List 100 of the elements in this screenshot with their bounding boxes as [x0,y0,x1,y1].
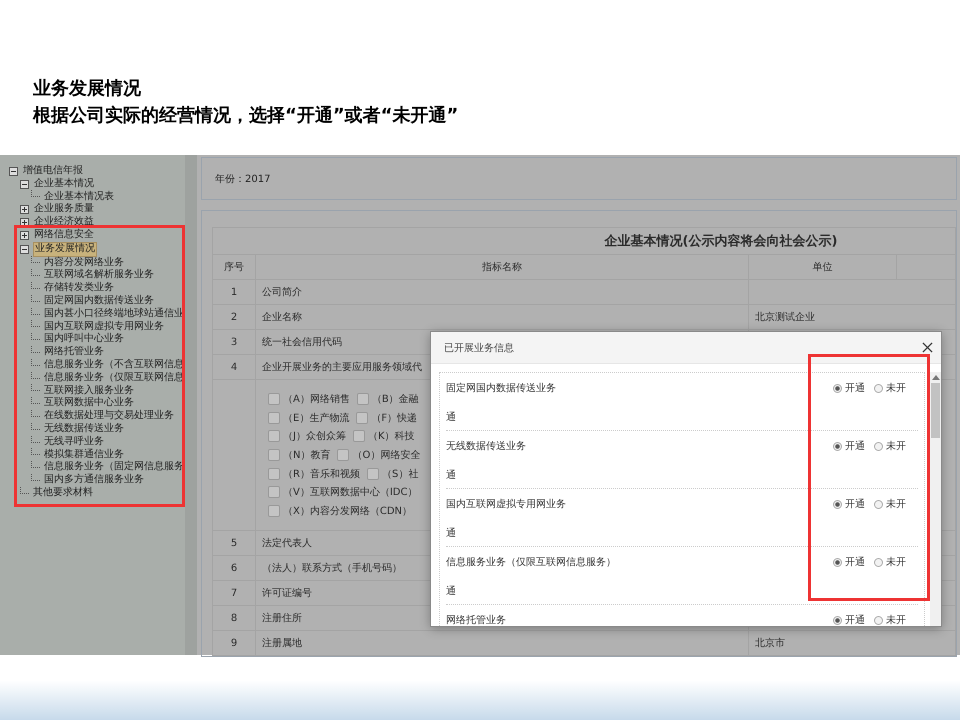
table-cell: 8 [212,606,256,631]
radio-label: 未开 [886,498,906,511]
close-icon[interactable] [922,342,933,353]
radio-button[interactable] [874,558,883,566]
checkbox-label: （N）教育 [283,448,330,462]
radio-button[interactable] [874,384,883,392]
collapse-icon[interactable] [20,244,29,254]
tree-item[interactable]: 增值电信年报 [22,165,84,178]
radio-button[interactable] [833,558,842,566]
service-name: 固定网国内数据传送业务 [446,382,556,395]
tree-item[interactable]: 国内互联网虚拟专用网业务 [43,320,165,334]
tree-item[interactable]: 网络信息安全 [33,228,95,242]
checkbox-label: （E）生产物流 [283,412,350,425]
scroll-up-icon[interactable] [932,375,940,380]
scrollbar-thumb[interactable] [931,383,940,438]
radio-button[interactable] [874,500,883,508]
checkbox-label: （F）快递 [371,412,418,425]
radio-button[interactable] [833,384,842,392]
tree-item[interactable]: 业务发展情况 [33,242,97,257]
checkbox[interactable] [268,430,280,442]
expand-icon[interactable] [20,230,29,240]
service-name: 信息服务业务（仅限互联网信息服务） [446,556,616,569]
slide-instruction: 根据公司实际的经营情况，选择“开通”或者“未开通” [33,104,460,128]
tree-item[interactable]: 企业基本情况 [33,178,95,191]
table-cell: 北京测试企业 [748,304,956,330]
radio-button[interactable] [833,616,842,624]
checkbox[interactable] [268,504,280,517]
checkbox-label: （J）众创众筹 [283,430,346,444]
table-cell: 9 [212,630,256,656]
radio-label: 未开 [886,382,906,395]
tree-item[interactable]: 内容分发网络业务 [43,256,125,270]
checkbox-label: （O）网络安全 [352,448,420,462]
checkbox[interactable] [352,430,365,442]
checkbox[interactable] [356,393,369,406]
expand-icon[interactable] [20,205,29,214]
table-cell: 1 [212,280,256,304]
table-cell: 北京市 [748,630,956,656]
tree-item[interactable]: 互联网数据中心业务 [43,397,135,410]
radio-label: 开通 [845,382,865,395]
service-name: 网络托管业务 [446,614,506,626]
tree-item[interactable]: 企业经济效益 [33,216,95,229]
tree-item[interactable]: 国内呼叫中心业务 [43,333,125,346]
tree-item[interactable]: 企业基本情况表 [43,190,115,204]
checkbox[interactable] [268,449,280,462]
service-name: 国内互联网虚拟专用网业务 [446,498,566,511]
column-header: 单位 [748,254,897,280]
tree-item[interactable]: 其他要求材料 [32,486,94,500]
checkbox[interactable] [268,468,280,480]
table-cell: 企业名称 [256,304,748,330]
tree-item[interactable]: 信息服务业务（固定网信息服务 [43,461,185,474]
checkbox-label: （V）互联网数据中心（IDC） [283,486,418,500]
column-header: 指标名称 [256,254,748,280]
checkbox-label: （R）音乐和视频 [283,468,360,481]
dialog-title: 已开展业务信息 [444,342,514,354]
checkbox-label: （K）科技 [368,430,415,444]
tree-item[interactable]: 互联网接入服务业务 [43,384,135,398]
table-cell: 4 [212,354,256,380]
radio-button[interactable] [874,442,883,450]
radio-label: 未开 [886,614,906,626]
radio-label: 开通 [845,614,865,626]
radio-label: 开通 [845,440,865,453]
checkbox[interactable] [268,486,280,498]
tree-item[interactable]: 存储转发类业务 [43,282,115,295]
collapse-icon[interactable] [20,180,29,189]
radio-label: 开通 [845,556,865,569]
slide-heading: 业务发展情况 [33,77,142,101]
radio-button[interactable] [833,442,842,450]
radio-label: 未开 [886,556,906,569]
service-name: 无线数据传送业务 [446,440,526,453]
tree-item[interactable]: 无线寻呼业务 [43,436,105,449]
checkbox-label: （X）内容分发网络（CDN） [283,504,412,518]
tree-item[interactable]: 国内多方通信服务业务 [43,474,145,487]
checkbox[interactable] [337,449,350,462]
table-cell: 7 [212,580,256,606]
tree-item[interactable]: 在线数据处理与交易处理业务 [43,410,175,423]
column-header: 序号 [212,254,256,280]
tree-item[interactable]: 网络托管业务 [43,346,105,359]
checkbox-label: （B）金融 [372,392,419,406]
table-cell: 公司简介 [256,280,748,304]
table-title: 企业基本情况(公示内容将会向社会公示) [212,228,956,254]
checkbox[interactable] [268,412,280,424]
radio-button[interactable] [874,616,883,624]
checkbox[interactable] [356,412,368,424]
radio-label: 未开 [886,440,906,453]
radio-label: 通 [446,410,457,424]
tree-item[interactable]: 固定网国内数据传送业务 [43,294,155,308]
tree-item[interactable]: 模拟集群通信业务 [43,448,125,462]
table-cell: 5 [212,530,256,556]
checkbox-label: （S）社 [382,468,418,481]
checkbox-label: （A）网络销售 [283,393,350,406]
table-cell: 2 [212,304,256,330]
radio-button[interactable] [833,500,842,508]
year-label: 年份：2017 [215,174,270,185]
collapse-icon[interactable] [9,166,18,176]
checkbox[interactable] [366,468,379,480]
tree-item[interactable]: 互联网域名解析服务业务 [43,269,155,282]
tree-item[interactable]: 企业服务质量 [33,203,95,216]
checkbox[interactable] [268,393,280,406]
radio-label: 通 [446,468,457,482]
tree-item[interactable]: 无线数据传送业务 [43,422,125,436]
